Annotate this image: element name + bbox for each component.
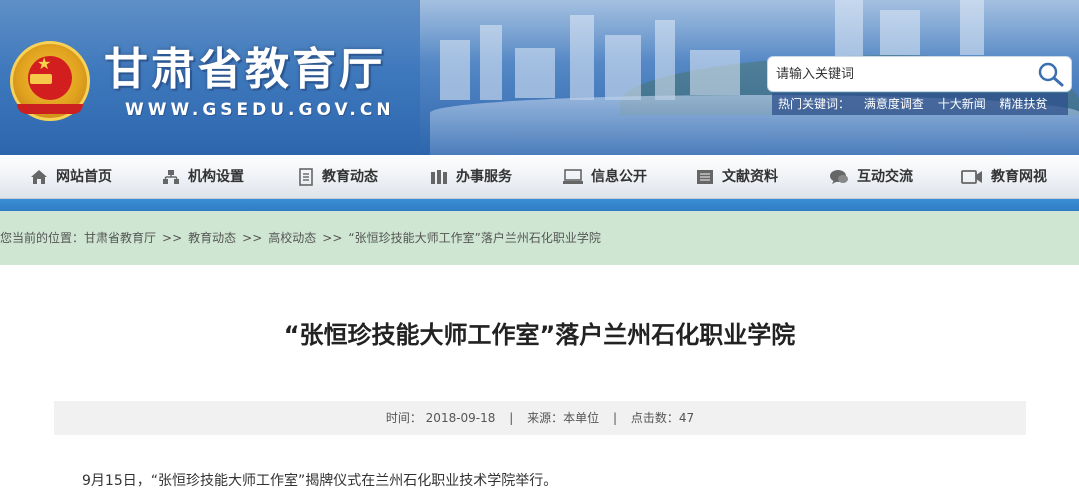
building bbox=[880, 10, 920, 55]
source-label: 来源： bbox=[527, 411, 564, 425]
meta-divider: | bbox=[612, 411, 618, 425]
service-icon bbox=[431, 170, 447, 184]
nav-item-info-disclosure[interactable]: 信息公开 bbox=[563, 155, 647, 199]
document-icon bbox=[299, 168, 313, 186]
breadcrumb: 您当前的位置：甘肃省教育厅 >> 教育动态 >> 高校动态 >> “张恒珍技能大师工作室”落… bbox=[0, 211, 1079, 265]
video-icon bbox=[961, 170, 982, 184]
breadcrumb-current[interactable]: “张恒珍技能大师工作室”落户兰州石化职业学院 bbox=[348, 231, 600, 245]
breadcrumb-prefix: 您当前的位置： bbox=[0, 231, 85, 245]
nav-item-documents[interactable]: 文献资料 bbox=[696, 155, 778, 199]
search-box bbox=[767, 56, 1072, 92]
main-nav: 网站首页 机构设置 教育动态 办事服务 信息公开 文献资料 互动交流 教育网视 bbox=[0, 155, 1079, 199]
breadcrumb-link[interactable]: 高校动态 bbox=[268, 231, 316, 245]
building bbox=[690, 50, 740, 95]
search-button[interactable] bbox=[1036, 60, 1066, 88]
breadcrumb-link[interactable]: 教育动态 bbox=[188, 231, 236, 245]
source-value: 本单位 bbox=[563, 411, 600, 425]
breadcrumb-separator: >> bbox=[242, 231, 263, 245]
site-title[interactable]: 甘肃省教育厅 bbox=[104, 44, 386, 96]
building bbox=[605, 35, 641, 100]
hot-keyword-link[interactable]: 十大新闻 bbox=[938, 97, 986, 111]
time-value: 2018-09-18 bbox=[425, 411, 496, 425]
article-title: “张恒珍技能大师工作室”落户兰州石化职业学院 bbox=[283, 321, 796, 349]
hot-keywords-label: 热门关键词： bbox=[778, 97, 851, 111]
time-label: 时间： bbox=[385, 411, 422, 425]
site-url: WWW.GSEDU.GOV.CN bbox=[125, 100, 395, 120]
nav-item-label: 信息公开 bbox=[591, 169, 647, 185]
nav-item-home[interactable]: 网站首页 bbox=[30, 155, 112, 199]
nav-item-interaction[interactable]: 互动交流 bbox=[829, 155, 913, 199]
org-chart-icon bbox=[163, 170, 179, 184]
home-icon bbox=[31, 170, 47, 184]
hot-keywords: 热门关键词： 满意度调查 十大新闻 精准扶贫 bbox=[772, 93, 1068, 115]
article-paragraph: 9月15日，“张恒珍技能大师工作室”揭牌仪式在兰州石化职业技术学院举行。 bbox=[82, 473, 558, 489]
building bbox=[960, 0, 984, 55]
nav-accent-bar bbox=[0, 199, 1079, 211]
building bbox=[655, 20, 675, 100]
header-banner: ★ 甘肃省教育厅 WWW.GSEDU.GOV.CN 热门关键词： 满意度调查 十… bbox=[0, 0, 1079, 155]
nav-item-label: 文献资料 bbox=[722, 169, 778, 185]
building bbox=[440, 40, 470, 100]
nav-item-label: 办事服务 bbox=[456, 169, 512, 185]
breadcrumb-separator: >> bbox=[322, 231, 343, 245]
hits-value: 47 bbox=[678, 411, 695, 425]
building bbox=[480, 25, 502, 100]
nav-item-label: 互动交流 bbox=[857, 169, 913, 185]
nav-item-label: 教育动态 bbox=[322, 169, 378, 185]
nav-item-label: 网站首页 bbox=[56, 169, 112, 185]
national-emblem-logo: ★ bbox=[10, 41, 90, 121]
nav-item-education-tv[interactable]: 教育网视 bbox=[961, 155, 1047, 199]
nav-item-organization[interactable]: 机构设置 bbox=[162, 155, 244, 199]
archive-icon bbox=[697, 170, 713, 184]
hits-label: 点击数： bbox=[630, 411, 679, 425]
building bbox=[835, 0, 863, 60]
hot-keyword-link[interactable]: 精准扶贫 bbox=[1000, 97, 1048, 111]
article-meta: 时间： 2018-09-18 | 来源：本单位 | 点击数：47 bbox=[54, 401, 1026, 435]
nav-item-label: 机构设置 bbox=[188, 169, 244, 185]
nav-item-education-news[interactable]: 教育动态 bbox=[298, 155, 378, 199]
breadcrumb-separator: >> bbox=[162, 231, 183, 245]
search-input[interactable] bbox=[776, 63, 1026, 85]
monitor-icon bbox=[563, 169, 583, 184]
building bbox=[570, 15, 594, 100]
chat-icon bbox=[830, 170, 848, 184]
nav-item-services[interactable]: 办事服务 bbox=[430, 155, 512, 199]
nav-item-label: 教育网视 bbox=[991, 169, 1047, 185]
hot-keyword-link[interactable]: 满意度调查 bbox=[864, 97, 924, 111]
building bbox=[515, 48, 555, 98]
search-icon bbox=[1038, 62, 1064, 87]
meta-divider: | bbox=[509, 411, 514, 425]
breadcrumb-link[interactable]: 甘肃省教育厅 bbox=[84, 231, 156, 245]
